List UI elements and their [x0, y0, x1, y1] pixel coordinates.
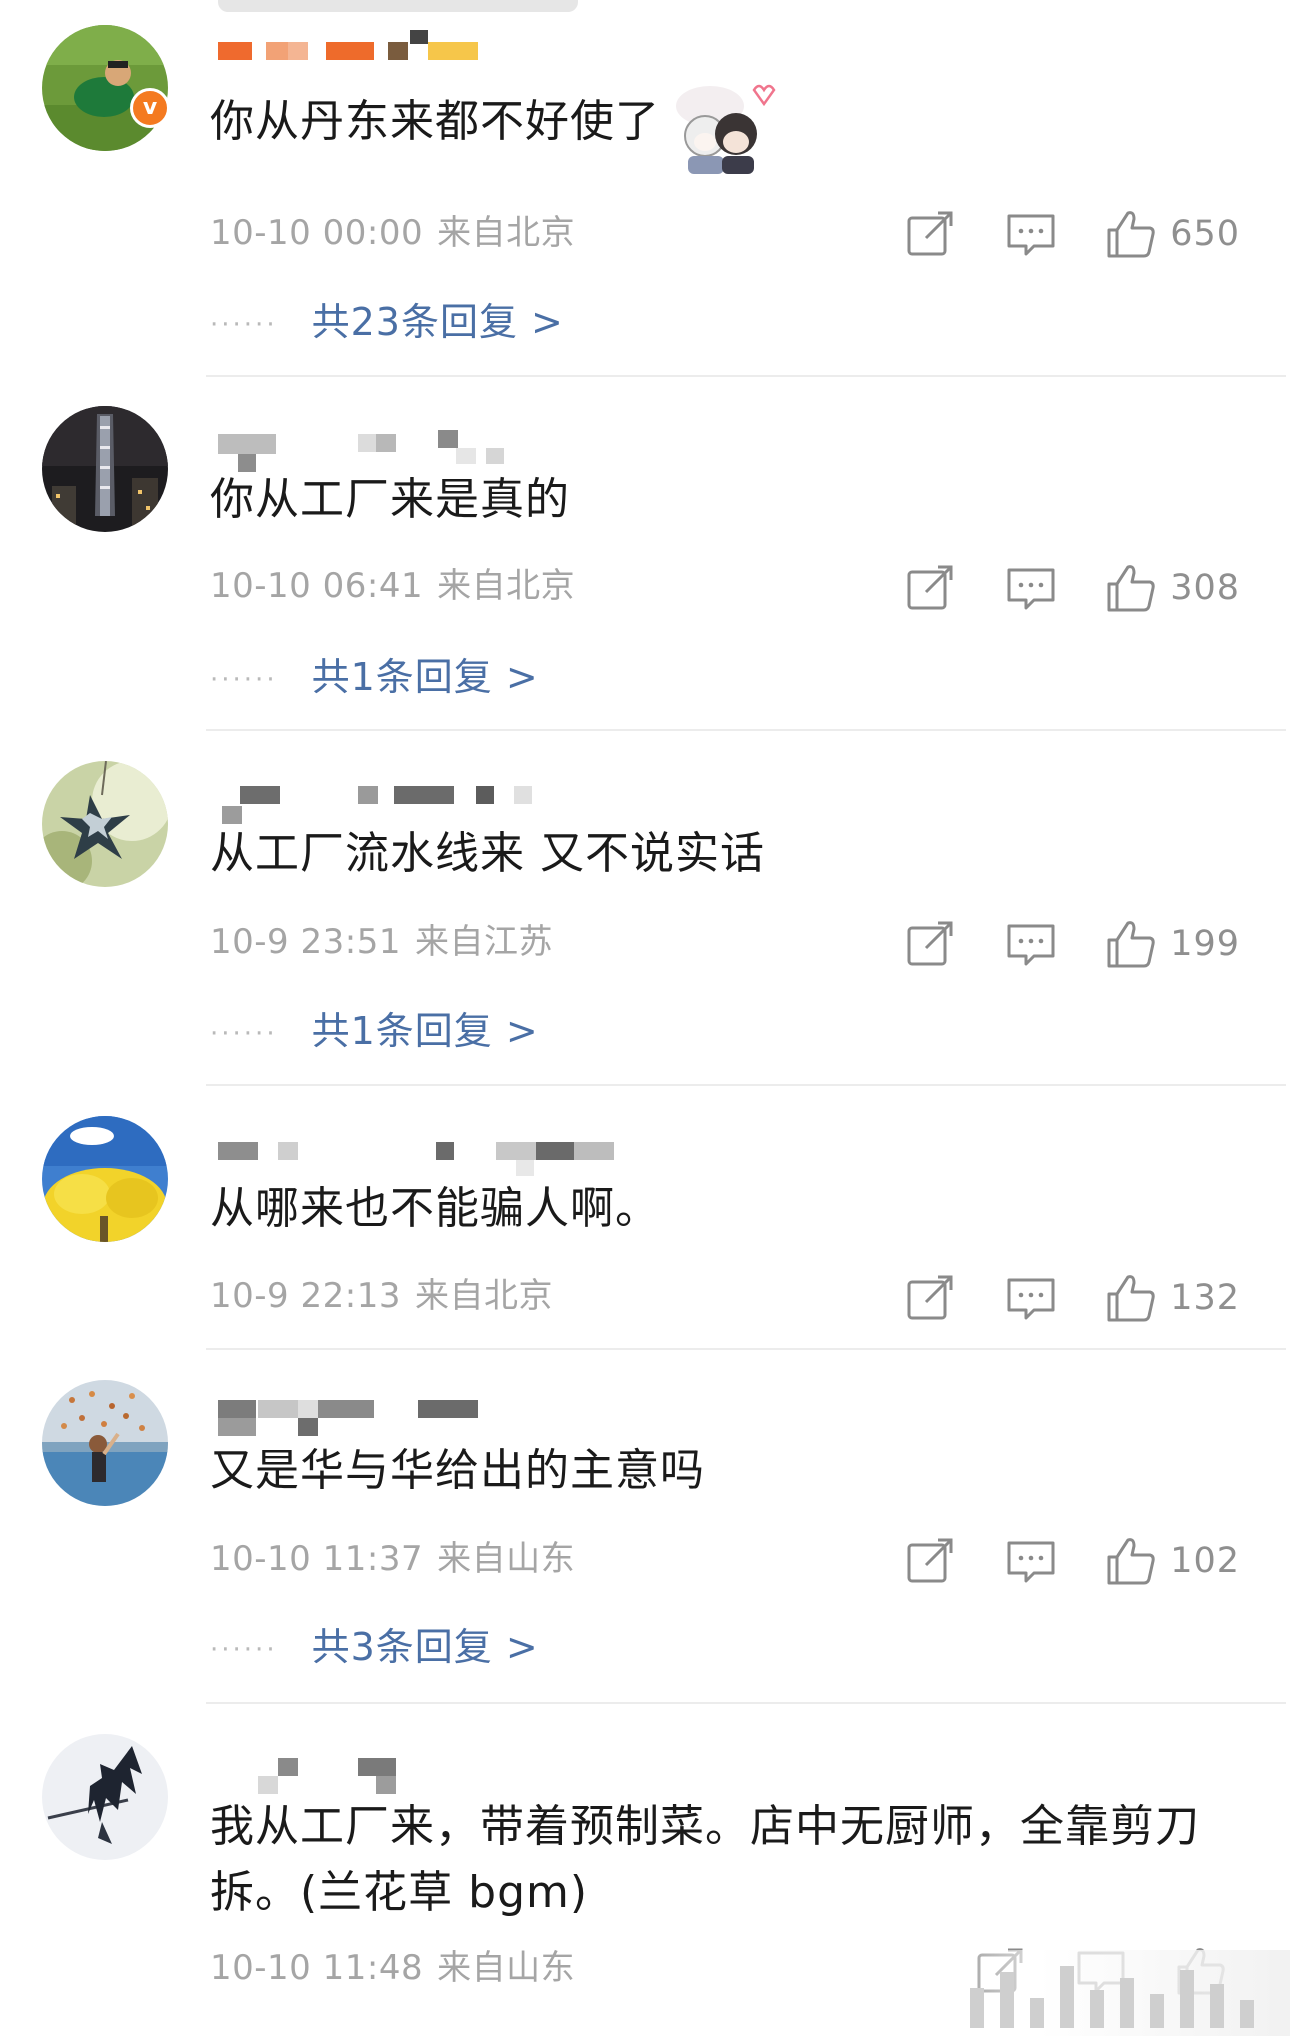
yellow-tree-avatar	[42, 1116, 168, 1242]
like-icon[interactable]	[1104, 561, 1158, 615]
comment-actions: 102	[904, 1534, 1240, 1588]
comment-location: 来自山东	[437, 1948, 576, 1988]
like-count: 132	[1170, 1278, 1240, 1318]
comment-meta: 10-9 23:51 来自江苏	[210, 914, 553, 963]
like-icon[interactable]	[1104, 1534, 1158, 1588]
comment-actions: 308	[904, 561, 1240, 615]
comment-time: 10-10 00:00	[210, 213, 424, 253]
comment-text-line-1: 我从工厂来，带着预制菜。店中无厨师，全靠剪刀	[210, 1801, 1200, 1852]
comment-icon[interactable]	[1004, 207, 1058, 261]
comment-text: 你从工厂来是真的	[210, 474, 570, 525]
avatar[interactable]	[42, 1734, 168, 1860]
avatar[interactable]	[42, 1380, 168, 1506]
share-icon[interactable]	[904, 207, 958, 261]
comment-meta: 10-9 22:13 来自北京	[210, 1268, 553, 1317]
comment-icon[interactable]	[1004, 561, 1058, 615]
comment-location: 来自北京	[414, 1276, 553, 1316]
anime-sticker	[670, 76, 778, 176]
comment-text: 从哪来也不能骗人啊。	[210, 1183, 660, 1234]
like-icon[interactable]	[1104, 1271, 1158, 1325]
share-icon[interactable]	[904, 917, 958, 971]
reply-dots: ······	[210, 309, 278, 340]
comment-icon[interactable]	[1004, 1271, 1058, 1325]
like-icon[interactable]	[1104, 917, 1158, 971]
autumn-leaves-avatar	[42, 1380, 168, 1506]
comment-meta: 10-10 11:37 来自山东	[210, 1531, 575, 1580]
divider	[206, 1348, 1286, 1350]
username-mosaic[interactable]	[218, 30, 638, 60]
comment-meta: 10-10 00:00 来自北京	[210, 205, 575, 254]
comment-location: 来自山东	[437, 1539, 576, 1579]
comment-time: 10-9 23:51	[210, 922, 401, 962]
comment-icon[interactable]	[1004, 1534, 1058, 1588]
divider	[206, 729, 1286, 731]
replies-label[interactable]: 共1条回复 >	[312, 1009, 539, 1053]
divider	[206, 375, 1286, 377]
share-icon[interactable]	[904, 561, 958, 615]
divider	[206, 1702, 1286, 1704]
replies-label[interactable]: 共23条回复 >	[312, 300, 564, 344]
username-mosaic[interactable]	[218, 1758, 638, 1794]
share-icon[interactable]	[904, 1271, 958, 1325]
comment-time: 10-10 11:37	[210, 1539, 424, 1579]
replies-label[interactable]: 共3条回复 >	[312, 1625, 539, 1669]
comment-time: 10-10 06:41	[210, 566, 424, 606]
comment-meta: 10-10 06:41 来自北京	[210, 558, 575, 607]
username-mosaic[interactable]	[218, 430, 638, 472]
comment-location: 来自江苏	[414, 922, 553, 962]
view-replies-link[interactable]: ······ 共1条回复 >	[210, 646, 539, 701]
comment-meta: 10-10 11:48 来自山东	[210, 1940, 575, 1989]
comment-text: 又是华与华给出的主意吗	[210, 1445, 705, 1496]
view-replies-link[interactable]: ······ 共23条回复 >	[210, 291, 564, 346]
username-mosaic[interactable]	[218, 786, 638, 824]
comment-location: 来自北京	[437, 213, 576, 253]
comment-actions: 132	[904, 1271, 1240, 1325]
anime-swordsman-avatar	[42, 1734, 168, 1860]
like-icon[interactable]	[1104, 207, 1158, 261]
verified-badge: v	[130, 88, 170, 128]
comment-actions: 199	[904, 917, 1240, 971]
comment-time: 10-9 22:13	[210, 1276, 401, 1316]
like-count: 650	[1170, 214, 1240, 254]
reply-dots: ······	[210, 1018, 278, 1049]
comment-text: 我从工厂来，带着预制菜。店中无厨师，全靠剪刀 拆。(兰花草 bgm)	[210, 1794, 1210, 1926]
comment-text: 从工厂流水线来 又不说实话	[210, 828, 765, 879]
comment-icon[interactable]	[1004, 917, 1058, 971]
reply-dots: ······	[210, 1634, 278, 1665]
view-replies-link[interactable]: ······ 共3条回复 >	[210, 1616, 539, 1671]
replies-label[interactable]: 共1条回复 >	[312, 655, 539, 699]
night-skyscraper-avatar	[42, 406, 168, 532]
comment-text-line-2: 拆。(兰花草 bgm)	[210, 1867, 589, 1918]
avatar[interactable]	[42, 1116, 168, 1242]
watermark	[930, 1950, 1290, 2036]
username-mosaic[interactable]	[218, 1400, 638, 1436]
avatar[interactable]	[42, 406, 168, 532]
comment-location: 来自北京	[437, 566, 576, 606]
top-scroll-edge	[218, 0, 578, 12]
view-replies-link[interactable]: ······ 共1条回复 >	[210, 1000, 539, 1055]
comment-actions: 650	[904, 207, 1240, 261]
like-count: 308	[1170, 568, 1240, 608]
star-ornament-avatar	[42, 761, 168, 887]
divider	[206, 1084, 1286, 1086]
like-count: 199	[1170, 924, 1240, 964]
comment-time: 10-10 11:48	[210, 1948, 424, 1988]
reply-dots: ······	[210, 664, 278, 695]
avatar[interactable]	[42, 761, 168, 887]
username-mosaic[interactable]	[218, 1142, 638, 1176]
like-count: 102	[1170, 1541, 1240, 1581]
share-icon[interactable]	[904, 1534, 958, 1588]
